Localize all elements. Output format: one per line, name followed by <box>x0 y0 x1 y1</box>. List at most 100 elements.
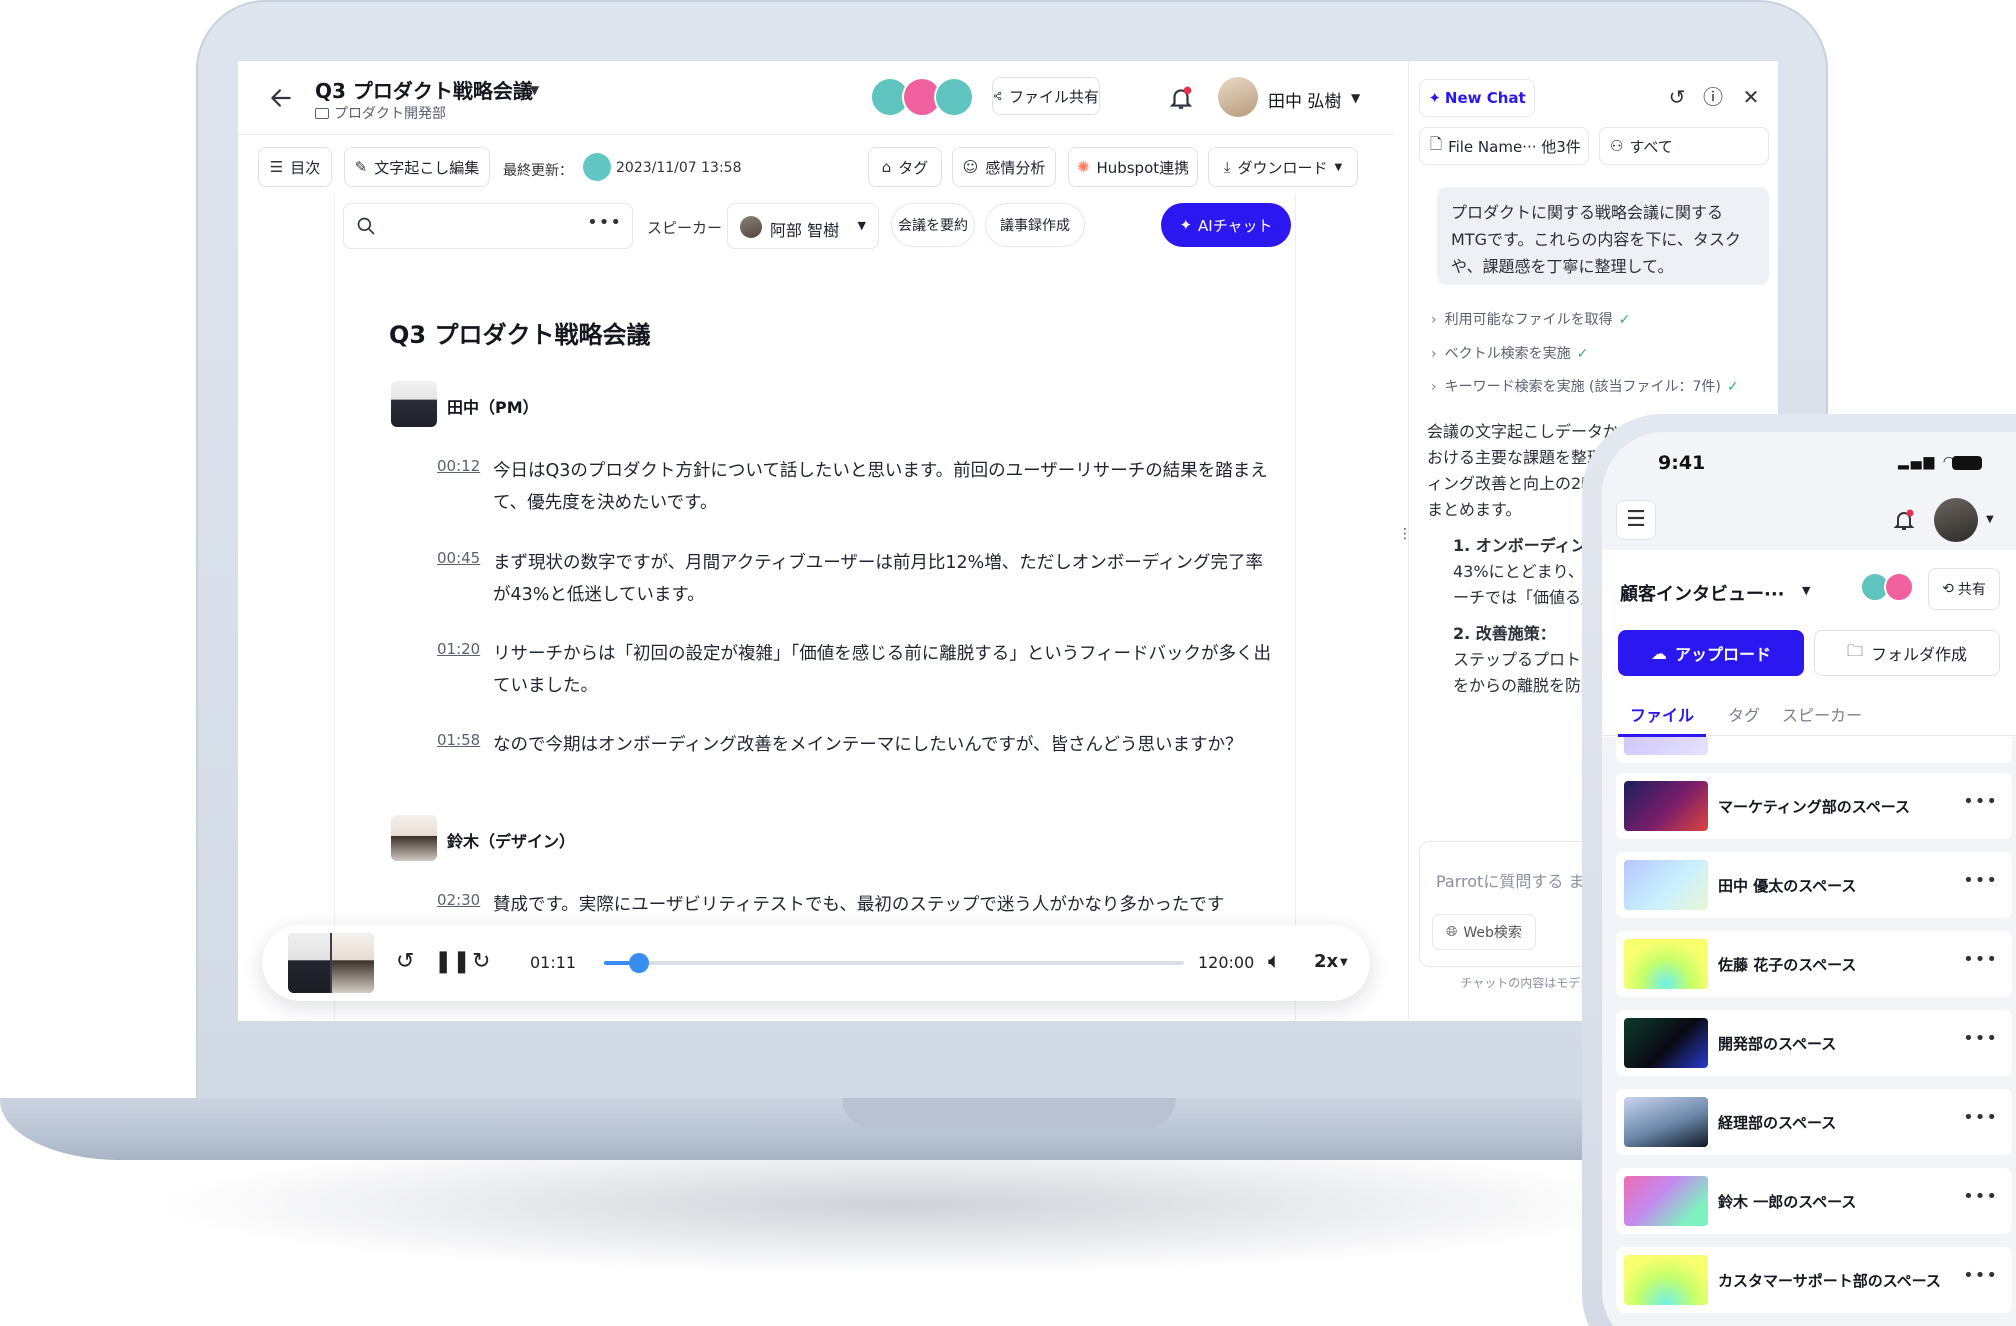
new-chat-label: New Chat <box>1444 89 1526 107</box>
space-caret-icon[interactable]: ▼ <box>1802 584 1810 597</box>
share-label: 共有 <box>1957 582 1986 598</box>
user-message: プロダクトに関する戦略会議に関するMTGです。これらの内容を下に、タスクや、課題… <box>1437 187 1769 285</box>
member-avatars[interactable] <box>1860 572 1920 604</box>
list-item[interactable] <box>1616 737 2012 763</box>
timestamp-link[interactable]: 00:12 <box>437 457 480 475</box>
web-search-toggle[interactable]: 🌐︎ Web検索 <box>1432 914 1536 950</box>
user-avatar[interactable] <box>1218 77 1258 117</box>
toc-label: 目次 <box>290 158 321 177</box>
scope-filter[interactable]: ⚇ すべて <box>1599 127 1769 165</box>
space-thumbnail <box>1624 737 1708 755</box>
download-button[interactable]: ⤓ ダウンロード ▼ <box>1208 147 1358 187</box>
globe-icon: 🌐︎ <box>1446 924 1458 940</box>
ai-chat-button[interactable]: ✦ AIチャット <box>1161 203 1291 247</box>
file-filter[interactable]: 🗋︎ File Name··· 他3件 <box>1419 127 1589 165</box>
progress-track[interactable] <box>604 953 1184 973</box>
playback-speed[interactable]: 2x <box>1314 951 1338 972</box>
process-step[interactable]: › キーワード検索を実施 (該当ファイル：7件) ✓ <box>1431 376 1739 396</box>
timestamp-link[interactable]: 01:58 <box>437 731 480 749</box>
user-avatar[interactable] <box>1934 498 1978 542</box>
file-share-button[interactable]: ファイル共有 <box>992 77 1100 115</box>
space-item-name: 鈴木 一郎のスペース <box>1718 1193 1857 1211</box>
transcript-search[interactable]: ••• <box>343 203 633 249</box>
speaker-select[interactable]: 阿部 智樹 ▼ <box>727 203 879 249</box>
video-thumbnail[interactable] <box>288 933 374 993</box>
tab-speakers[interactable]: スピーカー <box>1782 702 1862 726</box>
summarize-button[interactable]: 会議を要約 <box>891 203 975 247</box>
download-caret-icon: ▼ <box>1334 161 1343 173</box>
list-item[interactable]: 佐藤 花子のスペース ••• <box>1616 931 2012 997</box>
user-name[interactable]: 田中 弘樹 <box>1268 87 1341 112</box>
space-list: マーケティング部のスペース ••• 田中 優太のスペース ••• 佐藤 花子のスペー… <box>1602 737 2016 1326</box>
more-options-icon[interactable]: ••• <box>1963 791 1998 812</box>
utterance-text: なので今期はオンボーディング改善をメインテーマにしたいんですが、皆さんどう思いま… <box>493 735 1243 755</box>
utterance-text: まず現状の数字ですが、月間アクティブユーザーは前月比12%増、ただしオンボーディ… <box>493 553 1264 605</box>
app-header: Q3 プロダクト戦略会議 ▼ プロダクト開発部 ファイル共有 田中 弘樹 ▼ <box>238 61 1394 135</box>
forward-icon[interactable]: ↻ <box>472 949 490 974</box>
toc-button[interactable]: ☰ 目次 <box>258 147 332 187</box>
back-arrow-icon[interactable] <box>268 85 294 111</box>
folder-breadcrumb[interactable]: プロダクト開発部 <box>315 103 446 123</box>
title-dropdown-icon[interactable]: ▼ <box>530 83 539 97</box>
signal-wifi-icon: ▂▄▆ ◠ <box>1898 454 1957 470</box>
space-item-name: マーケティング部のスペース <box>1718 798 1911 816</box>
participant-avatars[interactable] <box>870 77 978 117</box>
speaker-name: 田中（PM） <box>447 398 539 417</box>
speed-caret-icon[interactable]: ▼ <box>1340 957 1348 968</box>
more-options-icon[interactable]: ••• <box>1963 1028 1998 1049</box>
tag-button[interactable]: ⌂ タグ <box>868 147 942 187</box>
more-options-icon[interactable]: ••• <box>1963 949 1998 970</box>
rewind-icon[interactable]: ↺ <box>396 949 414 974</box>
progress-handle[interactable] <box>628 953 649 973</box>
edit-transcript-button[interactable]: ✎ 文字起こし編集 <box>344 147 490 187</box>
close-icon[interactable]: ✕ <box>1739 85 1763 109</box>
folder-name: プロダクト開発部 <box>334 106 446 122</box>
notification-bell-icon[interactable] <box>1168 85 1194 111</box>
space-thumbnail <box>1624 1176 1708 1226</box>
timestamp-link[interactable]: 02:30 <box>437 891 480 909</box>
list-item[interactable]: 田中 優太のスペース ••• <box>1616 852 2012 918</box>
folder-plus-icon: 🗀︎ <box>1846 640 1863 660</box>
stage: Q3 プロダクト戦略会議 ▼ プロダクト開発部 ファイル共有 田中 弘樹 ▼ ☰… <box>0 0 2016 1326</box>
minutes-button[interactable]: 議事録作成 <box>985 203 1085 247</box>
more-options-icon[interactable]: ••• <box>1963 1186 1998 1207</box>
timestamp-link[interactable]: 01:20 <box>437 640 480 658</box>
list-item[interactable]: カスタマーサポート部のスペース ••• <box>1616 1247 2012 1313</box>
more-options-icon[interactable]: ••• <box>587 212 622 233</box>
notification-bell-icon[interactable] <box>1892 508 1916 532</box>
list-item[interactable]: 鈴木 一郎のスペース ••• <box>1616 1168 2012 1234</box>
more-options-icon[interactable]: ••• <box>1963 1265 1998 1286</box>
hubspot-button[interactable]: ✺ Hubspot連携 <box>1068 147 1198 187</box>
check-icon: ✓ <box>1618 312 1631 328</box>
process-step[interactable]: › 利用可能なファイルを取得 ✓ <box>1431 309 1630 329</box>
more-options-icon[interactable]: ••• <box>1963 870 1998 891</box>
history-icon[interactable]: ↺ <box>1665 85 1689 109</box>
create-folder-button[interactable]: 🗀︎ フォルダ作成 <box>1814 630 2000 676</box>
edit-transcript-label: 文字起こし編集 <box>374 158 480 177</box>
list-item[interactable]: 経理部のスペース ••• <box>1616 1089 2012 1155</box>
participant-avatar <box>934 77 974 117</box>
file-icon: 🗋︎ <box>1430 134 1443 153</box>
help-icon[interactable]: ⓘ <box>1701 85 1725 109</box>
new-chat-button[interactable]: ✦ New Chat <box>1419 79 1535 117</box>
tab-files[interactable]: ファイル <box>1630 702 1694 726</box>
space-name[interactable]: 顧客インタビュー··· <box>1620 580 1785 606</box>
menu-icon[interactable]: ☰ <box>1616 500 1656 540</box>
process-step[interactable]: › ベクトル検索を実施 ✓ <box>1431 343 1588 363</box>
volume-icon[interactable]: 🔈︎ <box>1268 949 1281 974</box>
upload-button[interactable]: ☁ アップロード <box>1618 630 1804 676</box>
share-button[interactable]: ⟲ 共有 <box>1928 568 2000 610</box>
cloud-upload-icon: ☁ <box>1650 643 1667 663</box>
tab-tags[interactable]: タグ <box>1728 702 1760 726</box>
sentiment-button[interactable]: ☺ 感情分析 <box>952 147 1056 187</box>
user-menu-caret-icon[interactable]: ▼ <box>1351 91 1360 105</box>
timestamp-link[interactable]: 00:45 <box>437 549 480 567</box>
more-options-icon[interactable]: ••• <box>1963 1107 1998 1128</box>
list-item[interactable]: 開発部のスペース ••• <box>1616 1010 2012 1076</box>
list-item[interactable]: マーケティング部のスペース ••• <box>1616 773 2012 839</box>
pause-icon[interactable]: ❚❚ <box>434 949 471 974</box>
chevron-right-icon: › <box>1431 312 1437 328</box>
speaker-select-value: 阿部 智樹 <box>770 221 840 240</box>
user-menu-caret-icon[interactable]: ▼ <box>1986 514 1994 525</box>
tag-label: タグ <box>898 158 929 177</box>
